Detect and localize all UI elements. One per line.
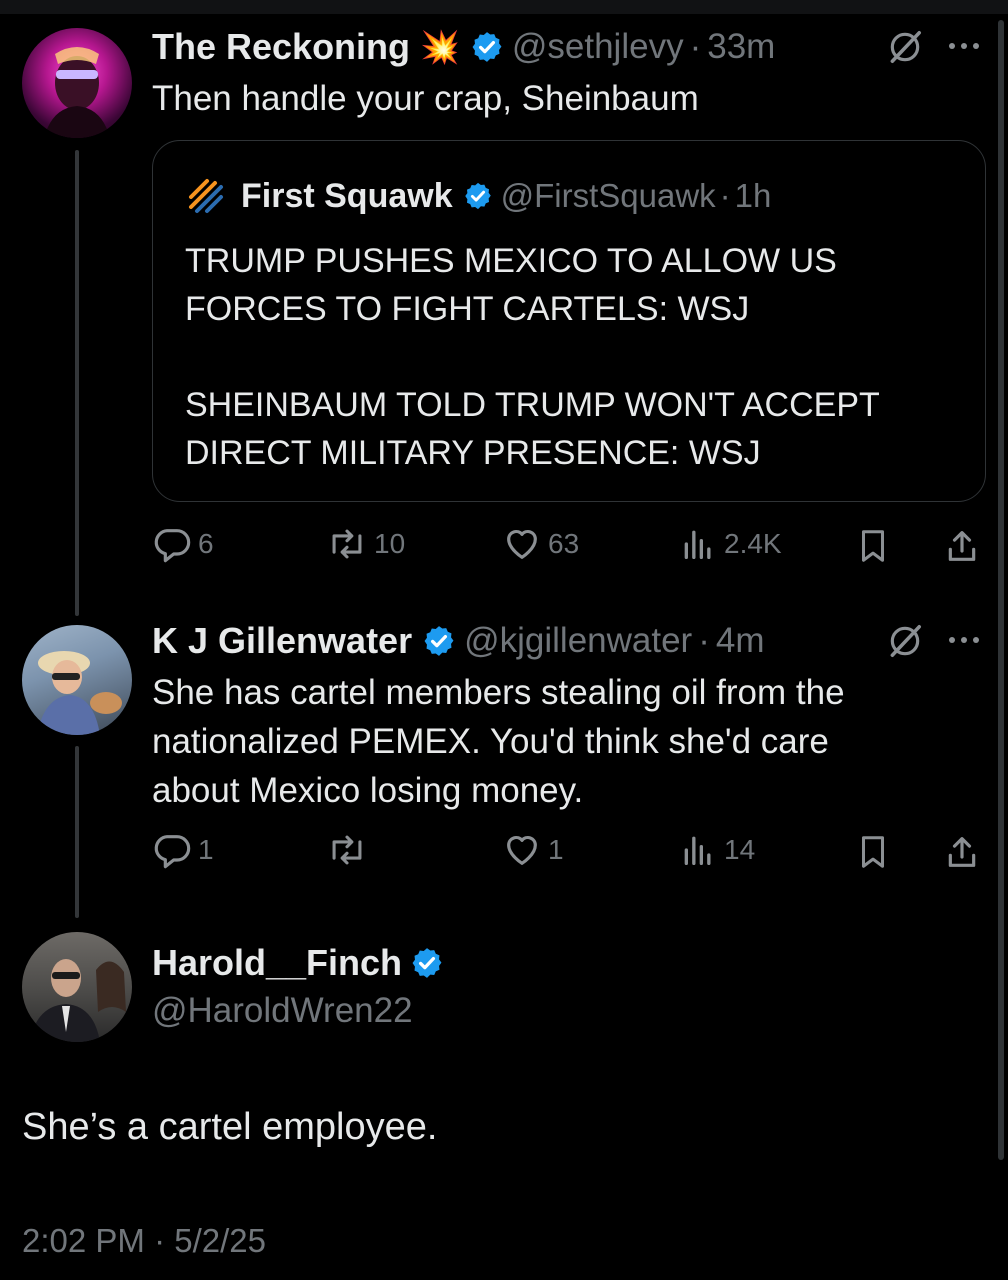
- grok-icon[interactable]: [886, 28, 924, 66]
- top-edge: [0, 0, 1008, 14]
- repost-button[interactable]: 10: [326, 524, 405, 564]
- share-icon[interactable]: [942, 832, 982, 872]
- view-count: 2.4K: [724, 528, 782, 559]
- quote-paragraph: TRUMP PUSHES MEXICO TO ALLOW US FORCES T…: [185, 242, 837, 328]
- views-icon: [684, 836, 711, 865]
- display-name[interactable]: The Reckoning: [152, 26, 410, 68]
- bookmark-icon[interactable]: [854, 832, 892, 872]
- separator: ·: [719, 177, 731, 214]
- handle[interactable]: @sethjlevy: [512, 27, 684, 67]
- main-tweet-header: Harold__Finch: [152, 940, 452, 986]
- avatar-harold-finch[interactable]: [22, 932, 132, 1042]
- reply-count: 6: [198, 528, 214, 559]
- view-count: 14: [724, 834, 756, 865]
- like-count: 63: [548, 528, 580, 559]
- action-bar: 6 10 63 2.4K: [152, 524, 982, 568]
- share-icon[interactable]: [942, 526, 982, 566]
- tweet-header: K J Gillenwater @kjgillenwater · 4m: [152, 618, 765, 664]
- reply-icon: [154, 835, 191, 869]
- like-icon: [507, 529, 537, 559]
- display-name[interactable]: Harold__Finch: [152, 942, 402, 984]
- quote-paragraph: SHEINBAUM TOLD TRUMP WON'T ACCEPT DIRECT…: [185, 386, 880, 472]
- bookmark-icon[interactable]: [854, 526, 892, 566]
- main-tweet-text: She’s a cartel employee.: [22, 1106, 438, 1148]
- repost-button[interactable]: [326, 830, 374, 870]
- repost-count: 10: [374, 528, 406, 559]
- like-button[interactable]: 1: [502, 830, 564, 870]
- tweet-header: The Reckoning 💥 @sethjlevy · 33m: [152, 24, 775, 70]
- reply-button[interactable]: 1: [152, 830, 214, 870]
- avatar-kj-gillenwater[interactable]: [22, 625, 132, 735]
- more-icon[interactable]: [946, 36, 982, 56]
- views-button[interactable]: 2.4K: [678, 524, 782, 564]
- tweet-text: Then handle your crap, Sheinbaum: [152, 79, 699, 118]
- display-name[interactable]: K J Gillenwater: [152, 620, 412, 662]
- thread-line: [75, 746, 79, 918]
- emoji: 💥: [420, 29, 460, 65]
- more-icon[interactable]: [946, 630, 982, 650]
- quote-text: TRUMP PUSHES MEXICO TO ALLOW US FORCES T…: [185, 237, 965, 477]
- tweet-text: She has cartel members stealing oil from…: [152, 668, 982, 815]
- quote-timestamp[interactable]: 1h: [735, 177, 772, 215]
- views-button[interactable]: 14: [678, 830, 755, 870]
- first-squawk-logo-icon: [189, 179, 223, 213]
- separator: ·: [698, 621, 710, 660]
- views-icon: [684, 530, 711, 559]
- like-icon: [507, 835, 537, 865]
- avatar-the-reckoning[interactable]: [22, 28, 132, 138]
- handle[interactable]: @HaroldWren22: [152, 991, 413, 1031]
- verified-badge-icon: [410, 946, 444, 980]
- reply-icon: [154, 529, 191, 563]
- main-handle-row: @HaroldWren22: [152, 988, 413, 1034]
- like-count: 1: [548, 834, 564, 865]
- scrollbar[interactable]: [998, 20, 1004, 1160]
- quote-handle[interactable]: @FirstSquawk: [501, 177, 716, 215]
- quoted-tweet[interactable]: First Squawk @FirstSquawk · 1h TRUMP PUS…: [152, 140, 986, 502]
- grok-icon[interactable]: [886, 622, 924, 660]
- repost-icon: [332, 529, 362, 559]
- reply-button[interactable]: 6: [152, 524, 214, 564]
- tweet-text-line: She has cartel members stealing oil from…: [152, 673, 845, 712]
- quote-header: First Squawk @FirstSquawk · 1h: [185, 175, 771, 217]
- main-tweet-timestamp[interactable]: 2:02 PM · 5/2/25: [22, 1222, 266, 1260]
- timestamp[interactable]: 4m: [716, 621, 765, 661]
- verified-badge-icon: [463, 181, 492, 211]
- tweet-text-line: about Mexico losing money.: [152, 771, 584, 810]
- separator: ·: [689, 27, 702, 66]
- repost-icon: [332, 835, 362, 865]
- tweet-text-line: nationalized PEMEX. You'd think she'd ca…: [152, 722, 829, 761]
- verified-badge-icon: [470, 30, 503, 64]
- handle[interactable]: @kjgillenwater: [464, 621, 692, 661]
- like-button[interactable]: 63: [502, 524, 579, 564]
- action-bar: 1 1 14: [152, 830, 982, 874]
- thread-line: [75, 150, 79, 616]
- verified-badge-icon: [423, 624, 456, 658]
- timestamp[interactable]: 33m: [707, 27, 775, 67]
- quote-display-name[interactable]: First Squawk: [241, 177, 453, 216]
- reply-count: 1: [198, 834, 214, 865]
